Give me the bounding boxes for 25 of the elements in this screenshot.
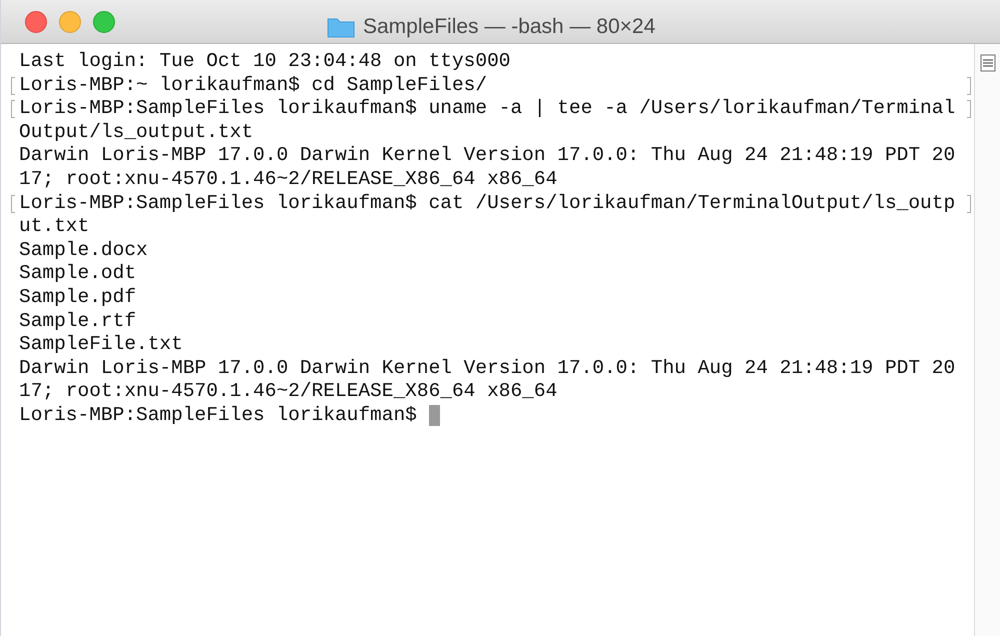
- line-mark-icon: [967, 76, 971, 95]
- terminal-line: Darwin Loris-MBP 17.0.0 Darwin Kernel Version 17.0.0: Thu Aug 24 21:48:19 PDT 20: [19, 356, 956, 380]
- line-mark-icon: [967, 194, 971, 213]
- terminal-line: Darwin Loris-MBP 17.0.0 Darwin Kernel Version 17.0.0: Thu Aug 24 21:48:19 PDT 20: [19, 144, 956, 168]
- zoom-button[interactable]: [93, 10, 115, 32]
- folder-icon: [327, 16, 355, 38]
- minimize-button[interactable]: [59, 10, 81, 32]
- line-mark-icon: [967, 100, 971, 118]
- terminal-line: Sample.rtf: [19, 310, 136, 334]
- terminal-line: Sample.odt: [19, 262, 136, 286]
- terminal-line: ut.txt: [19, 215, 90, 239]
- terminal-line: Loris-MBP:SampleFiles lorikaufman$: [19, 404, 417, 428]
- window-title: SampleFiles — -bash — 80×24: [363, 14, 656, 40]
- close-button[interactable]: [25, 10, 47, 32]
- terminal-line: Output/ls_output.txt: [19, 120, 254, 144]
- terminal-line: Loris-MBP:SampleFiles lorikaufman$ uname -a | tee -a /Users/lorikaufman/Terminal: [19, 97, 956, 121]
- terminal-line: Loris-MBP:SampleFiles lorikaufman$ cat /Users/lorikaufman/TerminalOutput/ls_outp: [19, 192, 956, 216]
- terminal-line: 17; root:xnu-4570.1.46~2/RELEASE_X86_64 x86_64: [19, 168, 558, 192]
- terminal-line: SampleFile.txt: [19, 333, 183, 357]
- split-pane-icon[interactable]: [980, 54, 996, 72]
- terminal-line: Loris-MBP:~ lorikaufman$ cd SampleFiles/: [19, 74, 488, 98]
- terminal-line: Sample.docx: [19, 238, 148, 262]
- terminal-line: Sample.pdf: [19, 286, 136, 310]
- terminal-line: 17; root:xnu-4570.1.46~2/RELEASE_X86_64 x86_64: [19, 380, 558, 404]
- terminal-line: Last login: Tue Oct 10 23:04:48 on ttys000: [19, 50, 510, 74]
